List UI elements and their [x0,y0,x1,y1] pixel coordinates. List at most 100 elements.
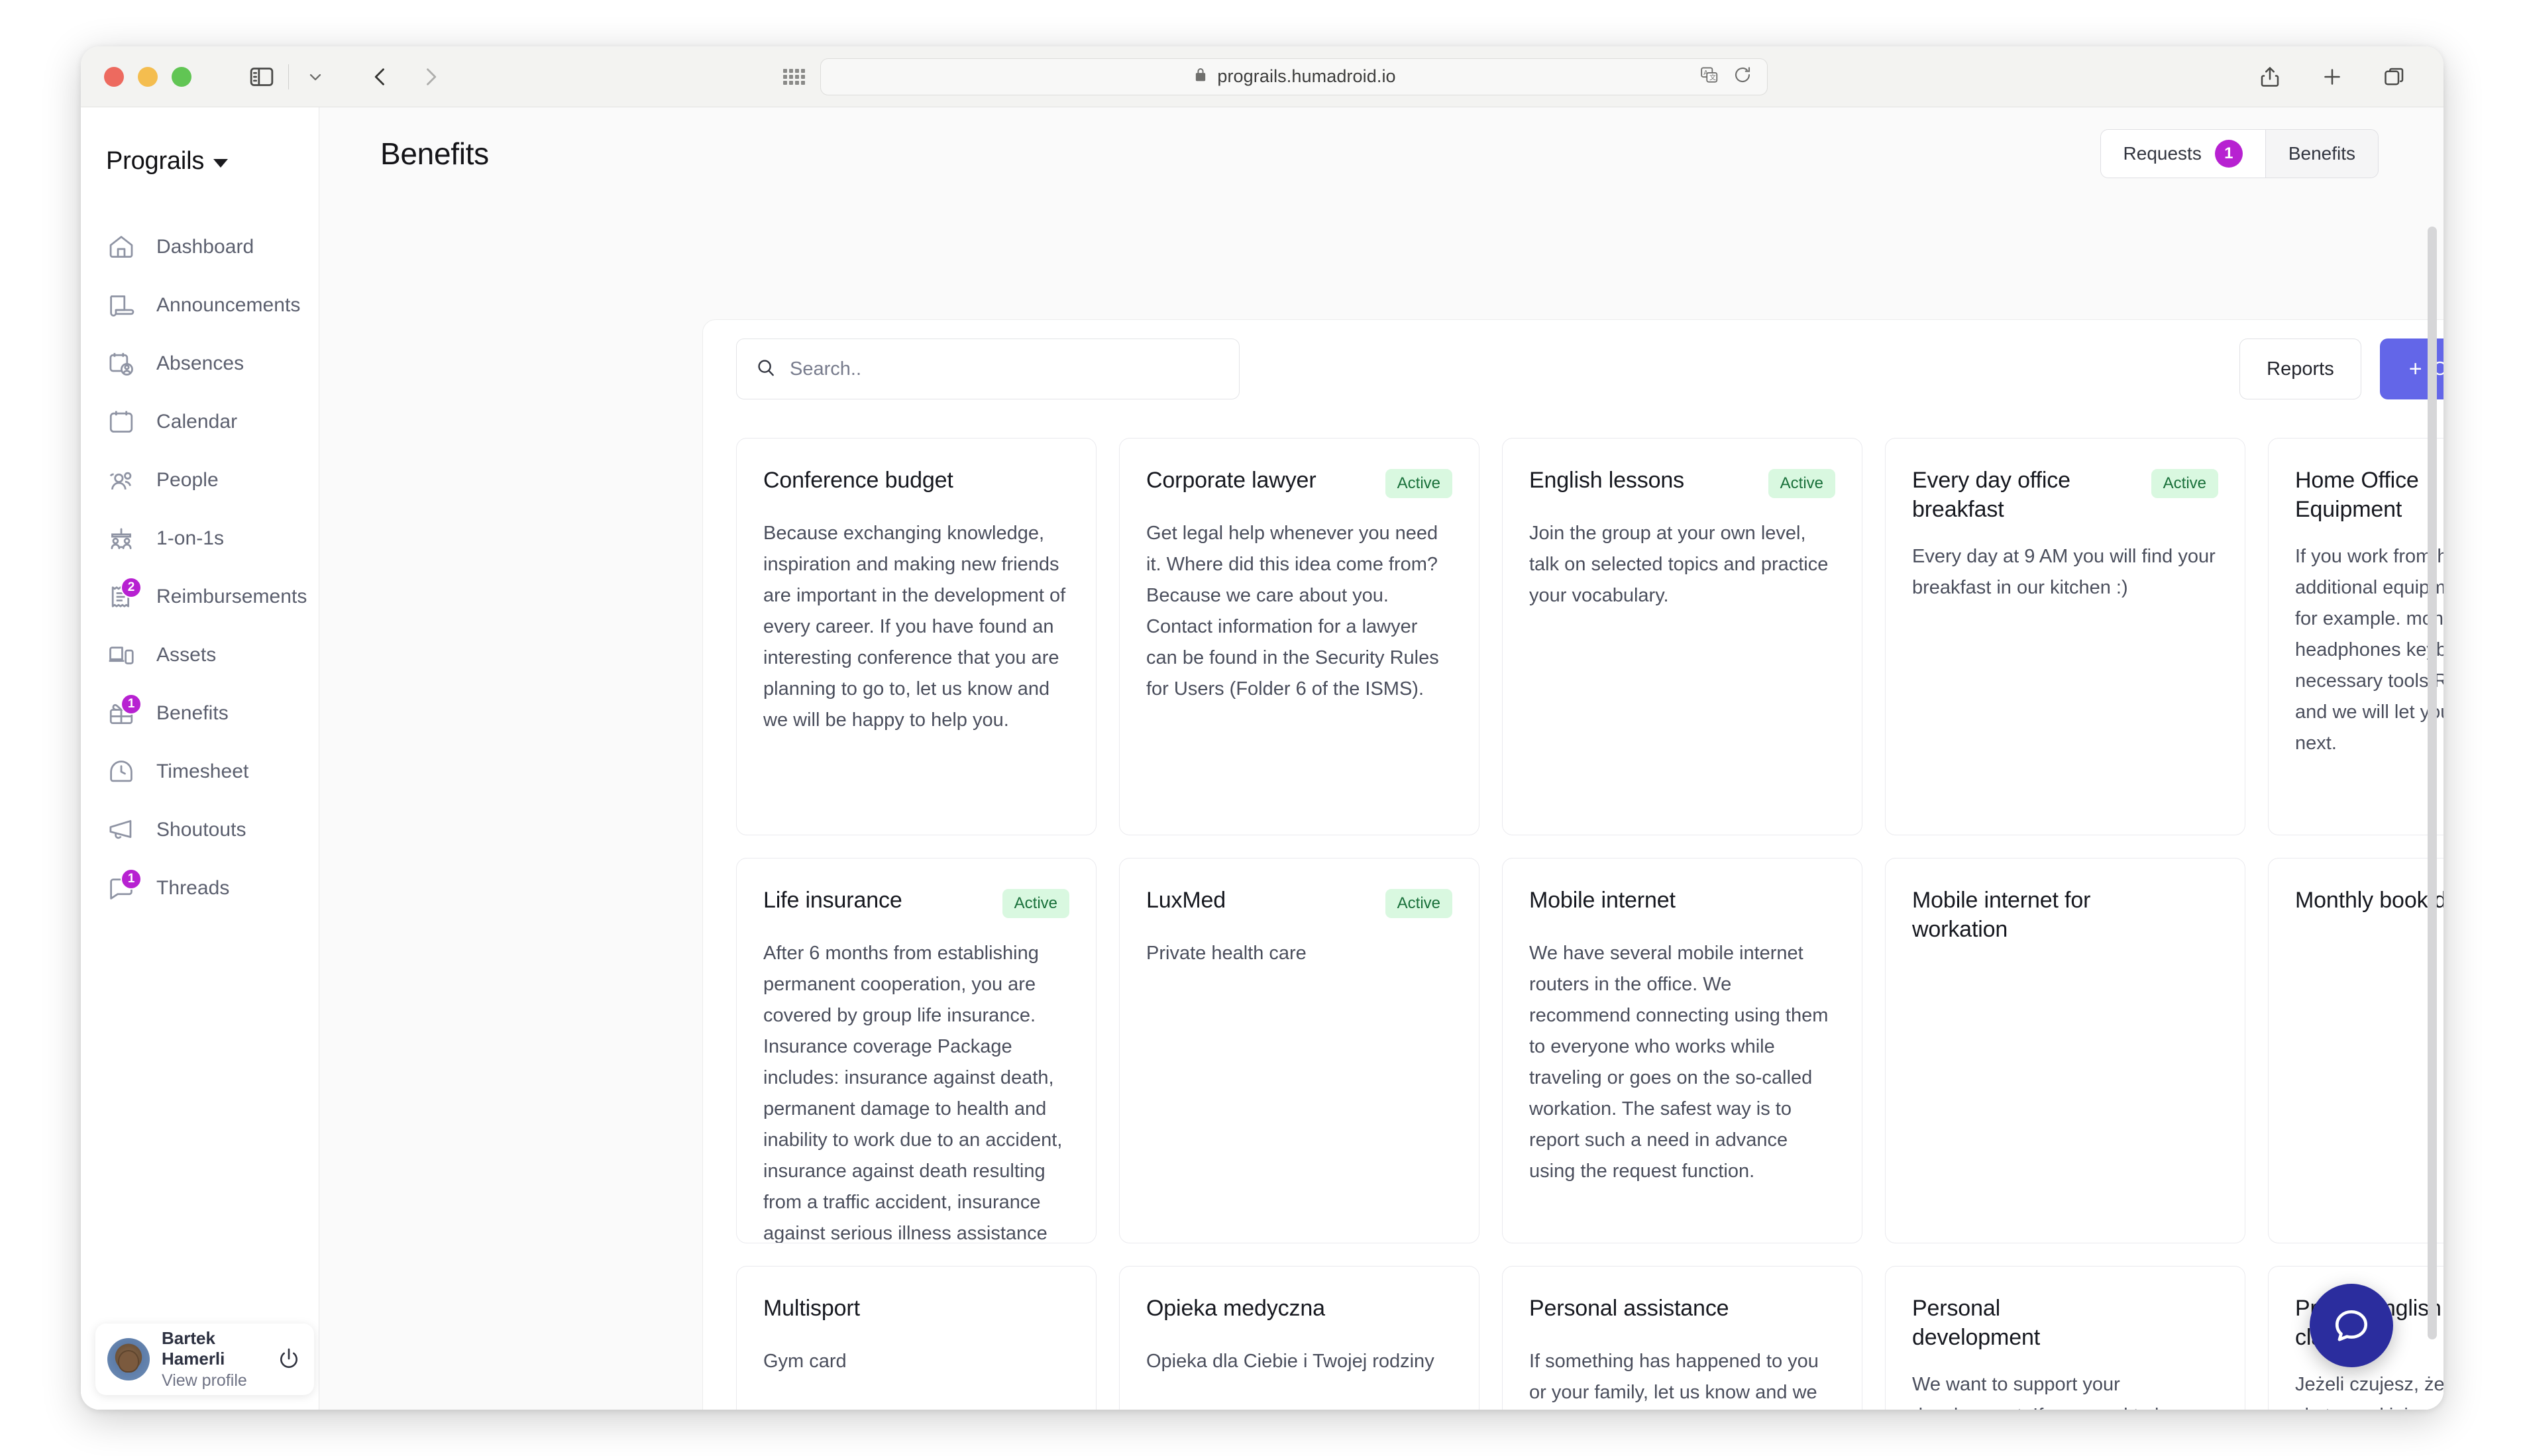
benefits-grid-row-1: Conference budget Because exchanging kno… [703,418,2443,835]
status-badge: Active [1768,469,1835,498]
scrollbar-thumb[interactable] [2428,227,2437,1339]
sidebar-item-label: People [156,469,219,491]
benefit-card[interactable]: Home Office Equipment If you work from h… [2268,438,2443,835]
benefit-description: If something has happened to you or your… [1529,1351,1819,1403]
benefit-card[interactable]: Opieka medyczna Opieka dla Ciebie i Twoj… [1119,1266,1479,1410]
megaphone-icon [106,815,136,845]
sidebar-item-calendar[interactable]: Calendar [81,393,319,451]
sidebar-item-timesheet[interactable]: Timesheet [81,743,319,801]
sidebar-item-shoutouts[interactable]: Shoutouts [81,801,319,859]
benefit-card[interactable]: Mobile internet We have several mobile i… [1502,858,1862,1243]
sidebar-item-dashboard[interactable]: Dashboard [81,218,319,276]
plus-icon: + [2408,356,2422,382]
status-badge: Active [1002,889,1069,918]
page-header: Benefits Requests 1 Benefits [319,107,2443,200]
minimize-window-button[interactable] [138,66,158,87]
benefit-title: Home Office Equipment [2295,468,2419,522]
benefit-title: Personal development [1912,1296,2041,1350]
benefit-card-header: Mobile internet for workation [1912,886,2218,944]
close-window-button[interactable] [104,66,124,87]
scrollbar[interactable] [2428,227,2437,1386]
benefit-description: We have several mobile internet routers … [1529,943,1829,1182]
people-icon [106,465,136,495]
url-text: prograils.humadroid.io [1217,66,1396,86]
gift-icon: 1 [106,694,142,729]
sidebar-item-reimbursements[interactable]: 2 Reimbursements [81,568,319,626]
benefit-card[interactable]: English lessons Active Join the group at… [1502,438,1862,835]
benefit-card[interactable]: Monthly book delivery [2268,858,2443,1243]
chat-bubble-icon[interactable] [2310,1284,2393,1367]
sidebar-item-1-on-1s[interactable]: 1-on-1s [81,509,319,568]
sidebar-badge: 1 [121,694,142,715]
benefit-card[interactable]: Personal assistance If something has hap… [1502,1266,1862,1410]
view-profile-link[interactable]: View profile [162,1371,264,1390]
devices-icon [106,640,136,670]
sidebar-item-people[interactable]: People [81,451,319,509]
sidebar-item-assets[interactable]: Assets [81,626,319,684]
chevron-down-icon [213,159,229,168]
search-field[interactable] [736,338,1240,399]
benefits-grid-row-3: Multisport Gym card Opieka medyczna Opie… [703,1243,2443,1410]
benefit-card[interactable]: Every day office breakfast Active Every … [1885,438,2245,835]
benefit-title: Every day office breakfast [1912,468,2070,522]
benefit-title: Multisport [763,1296,860,1321]
workspace-switcher[interactable]: Prograils [106,147,319,176]
forward-chevron-icon[interactable] [412,58,449,95]
status-badge: Active [1385,469,1452,498]
benefits-toolbar: Reports + Create new benefit [703,320,2443,418]
sidebar-toggle-group [243,58,334,95]
benefit-description: After 6 months from establishing permane… [763,943,1063,1243]
benefit-card[interactable]: Life insurance Active After 6 months fro… [736,858,1097,1243]
benefit-card[interactable]: Conference budget Because exchanging kno… [736,438,1097,835]
reports-button[interactable]: Reports [2239,338,2361,399]
benefit-card[interactable]: Personal development We want to support … [1885,1266,2245,1410]
benefit-card-header: Multisport [763,1294,1069,1329]
tab-benefits[interactable]: Benefits [2265,130,2378,178]
benefit-card[interactable]: Corporate lawyer Active Get legal help w… [1119,438,1479,835]
sidebar-toggle-icon[interactable] [243,58,280,95]
sidebar-item-label: Threads [156,877,230,899]
sidebar-item-absences[interactable]: Absences [81,335,319,393]
tab-grid-icon[interactable] [783,66,806,88]
benefit-description: Get legal help whenever you need it. Whe… [1146,523,1439,700]
chevron-down-icon[interactable] [297,58,334,95]
share-icon[interactable] [2251,58,2288,95]
navigation-buttons [362,58,449,95]
benefit-card-header: Home Office Equipment [2295,466,2443,524]
benefit-card-header: Personal development [1912,1294,2218,1352]
user-profile-card[interactable]: Bartek Hamerli View profile [95,1324,314,1395]
benefit-card[interactable]: Multisport Gym card [736,1266,1097,1410]
address-bar[interactable]: prograils.humadroid.io A 文 [820,58,1768,95]
maximize-window-button[interactable] [172,66,191,87]
benefit-card[interactable]: Mobile internet for workation [1885,858,2245,1243]
sidebar-item-announcements[interactable]: Announcements [81,276,319,335]
page-title: Benefits [380,136,489,171]
benefit-card-header: LuxMed Active [1146,886,1452,921]
benefit-card[interactable]: LuxMed Active Private health care [1119,858,1479,1243]
sidebar-item-label: Calendar [156,411,238,433]
benefit-title: Monthly book delivery [2295,888,2443,913]
new-tab-icon[interactable] [2314,58,2351,95]
sidebar-item-label: Timesheet [156,760,249,782]
tabs-icon[interactable] [2376,58,2413,95]
back-chevron-icon[interactable] [362,58,399,95]
benefit-title: Life insurance [763,888,902,913]
tab-requests[interactable]: Requests 1 [2100,130,2266,178]
home-icon [106,232,136,262]
search-input[interactable] [790,358,1220,380]
browser-toolbar-right [2251,58,2413,95]
sidebar-item-benefits[interactable]: 1 Benefits [81,684,319,743]
desktop-background: prograils.humadroid.io A 文 Prograils Das… [0,0,2523,1456]
user-name: Bartek Hamerli [162,1328,225,1369]
benefit-description: Every day at 9 AM you will find your bre… [1912,546,2216,598]
sidebar-item-threads[interactable]: 1 Threads [81,859,319,917]
absence-icon [106,348,136,379]
window-controls[interactable] [104,66,191,87]
address-bar-actions: A 文 [1699,65,1752,88]
benefit-description: If you work from home and need additiona… [2295,546,2443,754]
power-icon[interactable] [276,1346,302,1373]
benefit-title: Corporate lawyer [1146,468,1316,493]
sidebar: Prograils Dashboard Announcements Absenc… [81,107,319,1410]
reload-icon[interactable] [1733,65,1752,88]
translate-icon[interactable]: A 文 [1699,65,1719,88]
